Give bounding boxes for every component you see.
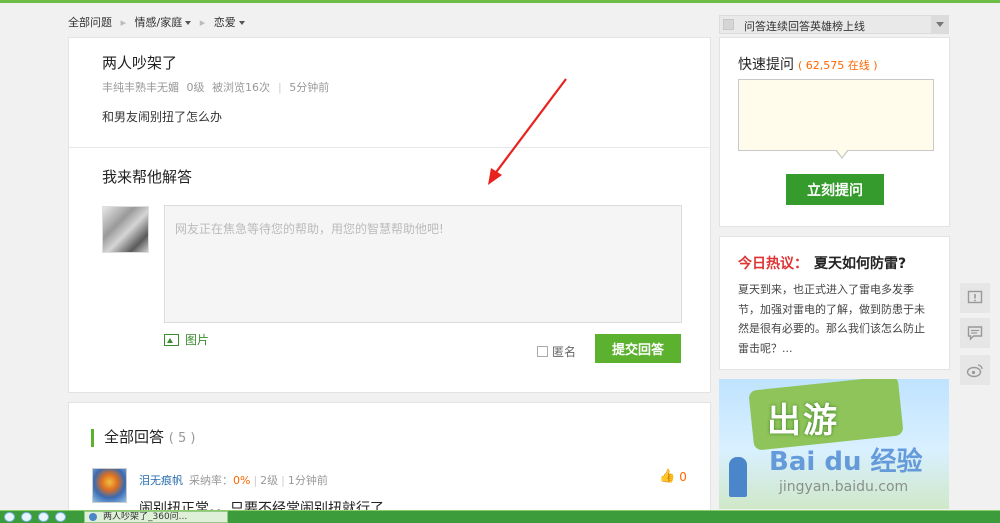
hot-topic-header: 今日热议： 夏天如何防雷?: [738, 253, 906, 273]
view-count: 被浏览16次: [212, 81, 270, 94]
asker-level: 0级: [186, 81, 205, 94]
start-icon[interactable]: [4, 512, 15, 522]
like-count: 0: [679, 469, 687, 484]
hero-board-text[interactable]: 问答连续回答英雄榜上线: [744, 18, 865, 34]
avatar[interactable]: [92, 468, 127, 503]
insert-image-label: 图片: [185, 333, 210, 347]
image-icon: [164, 333, 179, 346]
hot-topic-text[interactable]: 夏天到来，也正式进入了雷电多发季节，加强对雷电的了解，做到防患于未然是很有必要的…: [738, 280, 928, 358]
answer-form-title: 我来帮他解答: [102, 168, 193, 186]
online-count: ( 62,575 在线 ): [798, 59, 878, 72]
avatar: [102, 206, 149, 253]
answer-input[interactable]: [165, 206, 681, 322]
breadcrumb-love[interactable]: 恋爱: [214, 14, 245, 32]
breadcrumb: 全部问题 ▸ 情感/家庭 ▸ 恋爱: [68, 14, 245, 32]
breadcrumb-emotion-family[interactable]: 情感/家庭: [135, 14, 192, 32]
insert-image-button[interactable]: 图片: [164, 331, 209, 348]
hot-topic-title[interactable]: 夏天如何防雷?: [814, 256, 906, 272]
breadcrumb-separator: ▸: [199, 16, 206, 29]
weibo-share-button[interactable]: [960, 355, 990, 385]
quick-ask-panel: 快速提问( 62,575 在线 ) 立刻提问: [719, 37, 950, 227]
divider: [69, 147, 710, 148]
chevron-down-icon: [238, 21, 245, 25]
hero-board-bar[interactable]: 问答连续回答英雄榜上线: [719, 15, 949, 34]
feedback-icon: [967, 290, 983, 304]
app-icon[interactable]: [55, 512, 66, 522]
baidu-jingyan-watermark: Bai du 经验: [769, 447, 923, 477]
anonymous-checkbox[interactable]: [537, 346, 548, 357]
question-body: 和男友闹别扭了怎么办: [102, 110, 223, 124]
answer-meta: 泪无痕帆 采纳率：0% | 2级 | 1分钟前: [139, 474, 328, 487]
top-accent-line: [0, 0, 1000, 3]
banner-url: jingyan.baidu.com: [779, 479, 909, 495]
accept-rate-label: 采纳率：: [189, 474, 233, 487]
taskbar: 两人吵架了_360问...: [0, 510, 1000, 523]
comment-icon: [967, 326, 983, 341]
banner-person: [729, 457, 747, 497]
answers-count: ( 5 ): [168, 431, 196, 446]
browser-icon[interactable]: [21, 512, 32, 522]
question-meta: 丰纯丰熟丰无媚 0级 被浏览16次 | 5分钟前: [102, 81, 330, 94]
question-panel: 两人吵架了 丰纯丰熟丰无媚 0级 被浏览16次 | 5分钟前 和男友闹别扭了怎么办…: [68, 37, 711, 393]
hot-topic-panel: 今日热议： 夏天如何防雷? 夏天到来，也正式进入了雷电多发季节，加强对雷电的了解，…: [719, 236, 950, 370]
annotation-arrow: [488, 78, 567, 185]
answerer-level: 2级: [260, 474, 279, 487]
question-title: 两人吵架了: [102, 54, 178, 72]
answer-box: [164, 205, 682, 323]
thumbs-up-icon: 👍: [659, 469, 676, 484]
answers-panel: 全部回答 ( 5 ) 泪无痕帆 采纳率：0% | 2级 | 1分钟前 👍 0 闹别扭正常。…: [68, 402, 711, 523]
like-button[interactable]: 👍 0: [659, 469, 687, 484]
answers-title: 全部回答 ( 5 ): [91, 429, 195, 447]
weibo-icon: [966, 364, 983, 378]
anonymous-label: 匿名: [552, 345, 577, 359]
breadcrumb-all-questions[interactable]: 全部问题: [68, 14, 112, 32]
anonymous-option[interactable]: 匿名: [537, 343, 576, 360]
taskbar-window-button[interactable]: 两人吵架了_360问...: [84, 511, 228, 523]
folder-icon[interactable]: [38, 512, 49, 522]
quick-ask-title: 快速提问( 62,575 在线 ): [738, 57, 878, 73]
submit-answer-button[interactable]: 提交回答: [595, 334, 681, 363]
accept-rate-value: 0%: [233, 474, 251, 487]
hot-topic-label: 今日热议：: [738, 256, 808, 272]
comment-button[interactable]: [960, 318, 990, 348]
travel-banner[interactable]: 出游 Bai du 经验 jingyan.baidu.com: [719, 379, 949, 509]
asker-name[interactable]: 丰纯丰熟丰无媚: [102, 81, 179, 94]
answer-time: 1分钟前: [287, 474, 328, 487]
banner-headline: 出游: [767, 401, 839, 441]
chevron-down-icon: [185, 21, 192, 25]
speaker-icon: [723, 19, 734, 30]
question-time: 5分钟前: [289, 81, 330, 94]
quick-ask-input[interactable]: [738, 79, 934, 151]
feedback-button[interactable]: [960, 283, 990, 313]
ask-now-button[interactable]: 立刻提问: [786, 174, 884, 205]
answerer-name[interactable]: 泪无痕帆: [139, 474, 183, 487]
breadcrumb-separator: ▸: [120, 16, 127, 29]
chevron-down-icon[interactable]: [931, 16, 948, 33]
speech-bubble-tail: [835, 149, 849, 159]
